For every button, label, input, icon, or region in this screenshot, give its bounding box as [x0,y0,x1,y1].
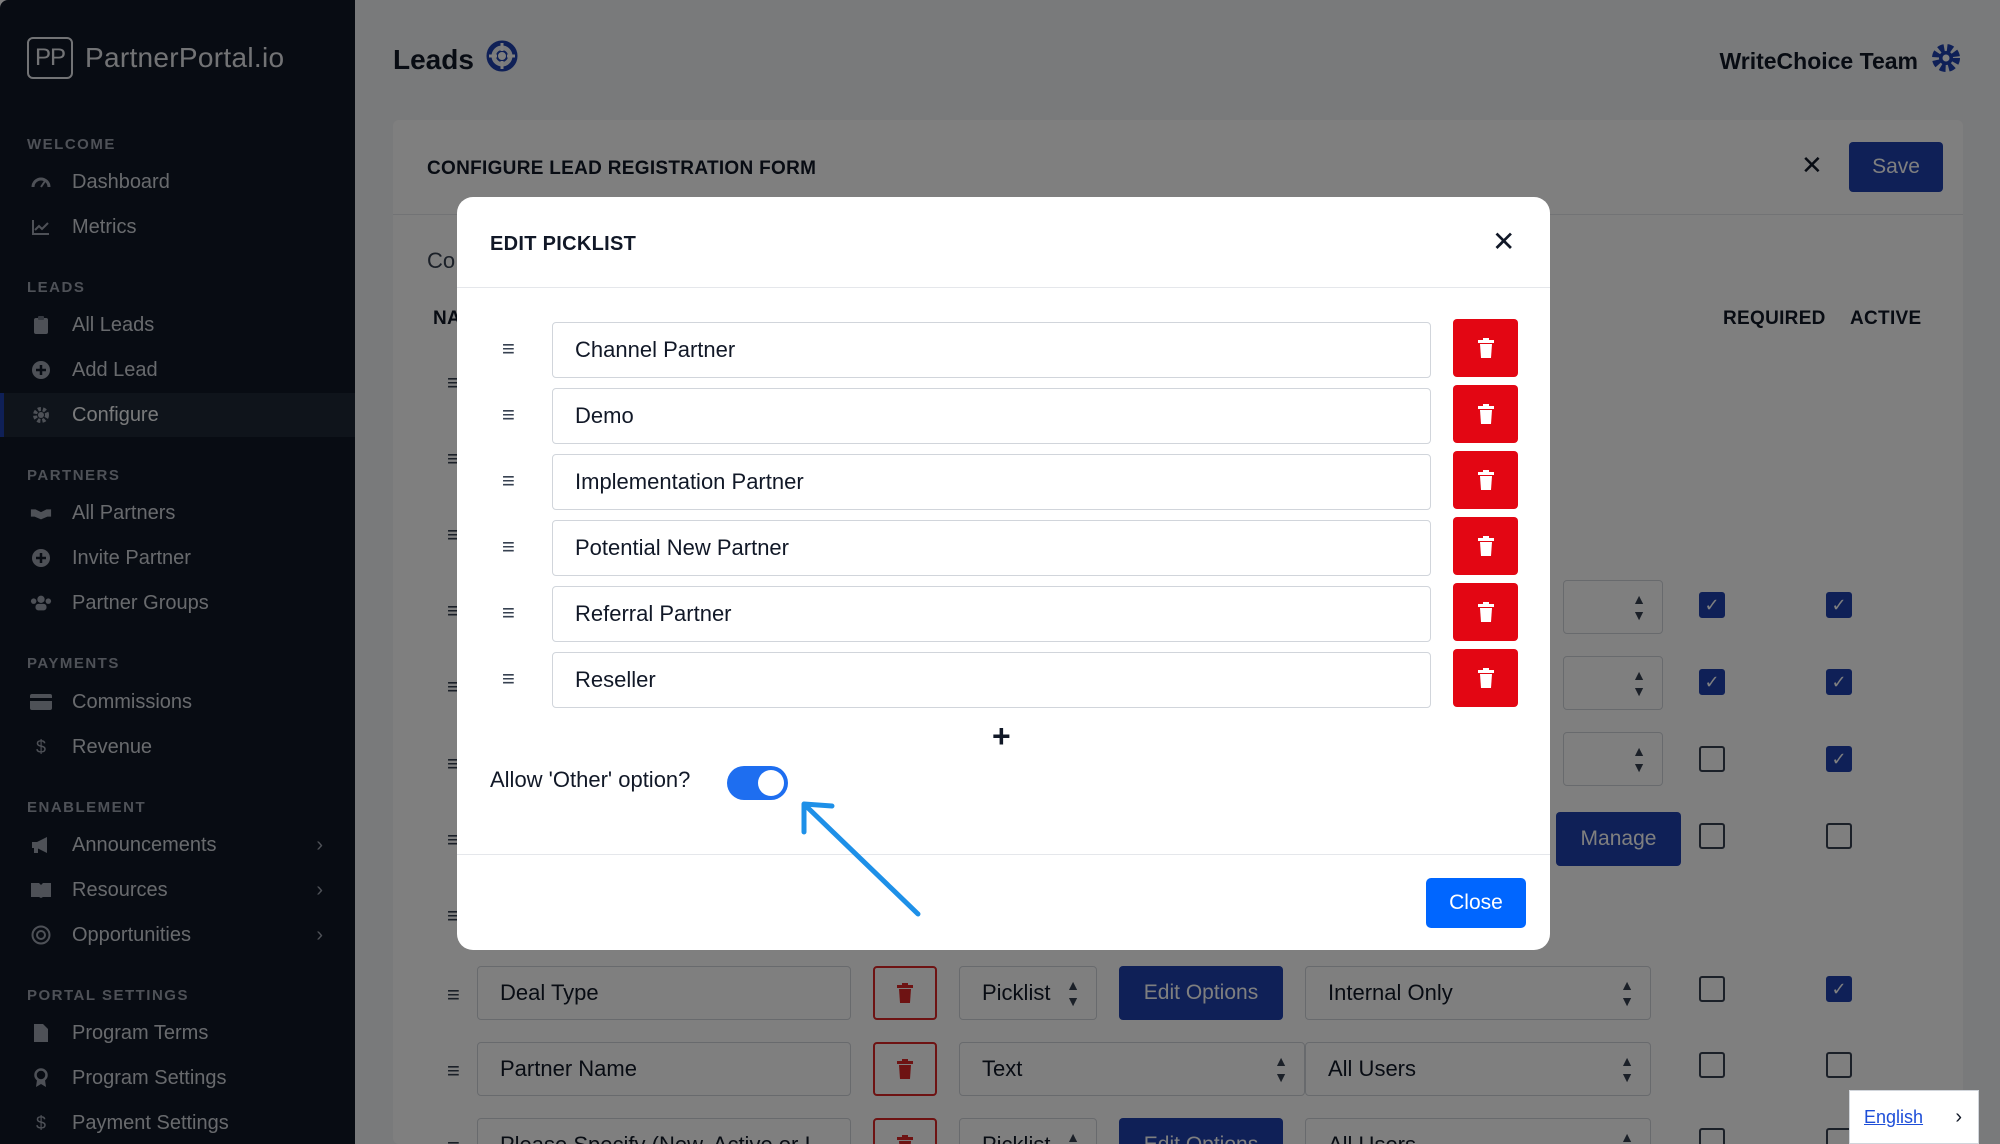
modal-footer-divider [457,854,1550,855]
trash-icon [1477,602,1494,622]
annotation-arrow-icon [801,801,921,917]
close-button[interactable]: Close [1426,878,1526,928]
drag-handle-icon[interactable]: ≡ [502,336,515,362]
allow-other-toggle[interactable] [727,766,788,800]
picklist-option-row: ≡ [457,385,1550,444]
drag-handle-icon[interactable]: ≡ [502,666,515,692]
chevron-right-icon[interactable]: › [1955,1106,1962,1129]
picklist-option-input[interactable] [552,388,1431,444]
drag-handle-icon[interactable]: ≡ [502,534,515,560]
picklist-option-input[interactable] [552,520,1431,576]
picklist-option-input[interactable] [552,322,1431,378]
delete-option-button[interactable] [1453,649,1518,707]
trash-icon [1477,470,1494,490]
delete-option-button[interactable] [1453,385,1518,443]
picklist-option-row: ≡ [457,649,1550,708]
drag-handle-icon[interactable]: ≡ [502,468,515,494]
delete-option-button[interactable] [1453,319,1518,377]
trash-icon [1477,536,1494,556]
picklist-option-input[interactable] [552,454,1431,510]
close-icon[interactable]: ✕ [1492,225,1515,258]
picklist-option-row: ≡ [457,451,1550,510]
language-selector[interactable]: English › [1849,1090,1979,1144]
allow-other-label: Allow 'Other' option? [490,767,691,792]
delete-option-button[interactable] [1453,451,1518,509]
trash-icon [1477,404,1494,424]
delete-option-button[interactable] [1453,517,1518,575]
drag-handle-icon[interactable]: ≡ [502,402,515,428]
modal-header: EDIT PICKLIST ✕ [457,197,1550,288]
trash-icon [1477,338,1494,358]
trash-icon [1477,668,1494,688]
add-option-plus-icon[interactable]: + [992,718,1011,755]
picklist-option-row: ≡ [457,517,1550,576]
picklist-option-row: ≡ [457,583,1550,642]
picklist-option-input[interactable] [552,652,1431,708]
picklist-option-input[interactable] [552,586,1431,642]
modal-title: EDIT PICKLIST [490,233,637,255]
drag-handle-icon[interactable]: ≡ [502,600,515,626]
picklist-option-row: ≡ [457,319,1550,378]
language-link[interactable]: English [1864,1107,1923,1128]
delete-option-button[interactable] [1453,583,1518,641]
edit-picklist-modal: EDIT PICKLIST ✕ ≡ ≡ ≡ ≡ ≡ ≡ + Allow 'Oth… [457,197,1550,950]
